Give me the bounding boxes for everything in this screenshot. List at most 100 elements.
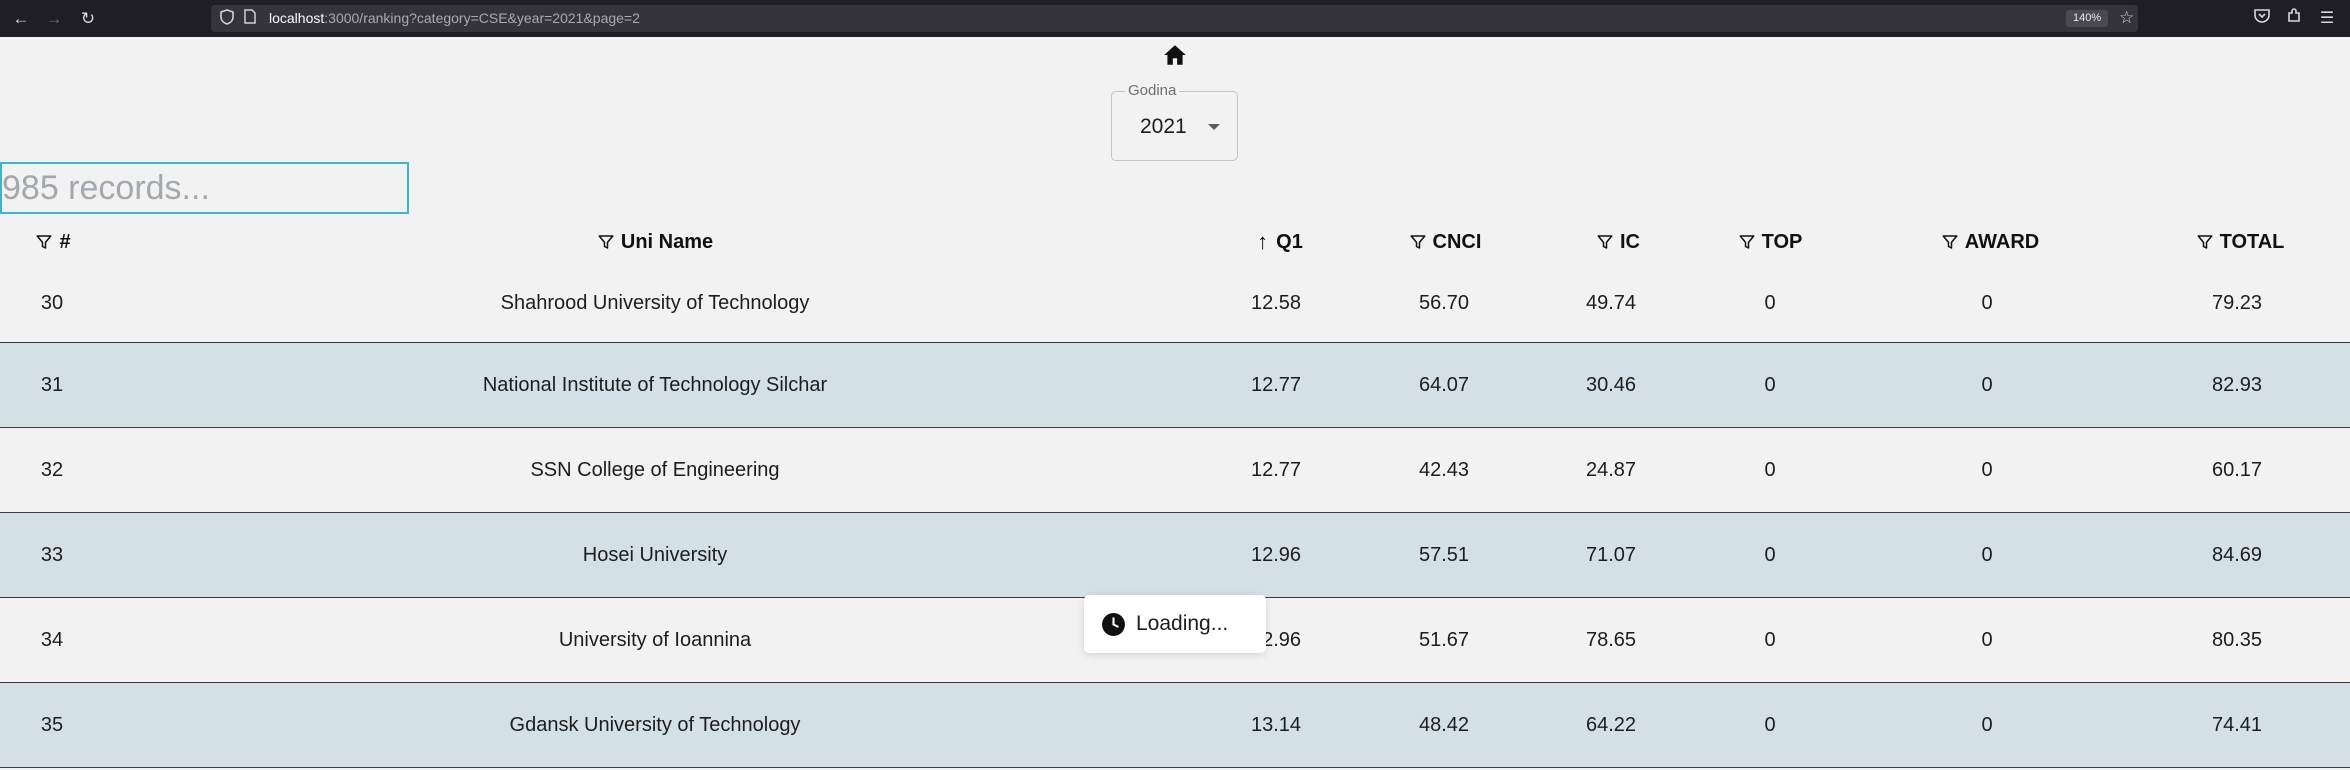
filter-icon[interactable]: [1738, 233, 1756, 251]
cell-cnci: 51.67: [1418, 628, 1470, 651]
menu-icon[interactable]: ☰: [2316, 8, 2338, 30]
filter-icon[interactable]: [1596, 233, 1614, 251]
cell-ic: 71.07: [1585, 543, 1637, 566]
cell-rank: 34: [40, 628, 64, 651]
cell-top: 0: [1764, 543, 1776, 566]
column-header-total[interactable]: TOTAL: [2180, 222, 2300, 262]
cell-ic: 24.87: [1585, 458, 1637, 481]
cell-award: 0: [1981, 373, 1993, 396]
cell-uni-name: SSN College of Engineering: [530, 458, 780, 481]
cell-ic: 49.74: [1585, 291, 1637, 314]
extensions-icon[interactable]: [2283, 8, 2305, 30]
reload-icon[interactable]: ↻: [78, 9, 98, 29]
table-row[interactable]: 31 National Institute of Technology Silc…: [0, 343, 2350, 428]
table-row[interactable]: 33 Hosei University 12.96 57.51 71.07 0 …: [0, 513, 2350, 598]
cell-award: 0: [1981, 458, 1993, 481]
loading-text: Loading...: [1136, 612, 1229, 635]
table-row[interactable]: 30 Shahrood University of Technology 12.…: [0, 264, 2350, 343]
cell-uni-name: Shahrood University of Technology: [500, 291, 810, 314]
column-header-label: TOTAL: [2219, 230, 2285, 253]
table-row[interactable]: 35 Gdansk University of Technology 13.14…: [0, 683, 2350, 768]
column-header-top[interactable]: TOP: [1730, 222, 1810, 262]
cell-top: 0: [1764, 713, 1776, 736]
column-header-uni-name[interactable]: Uni Name: [555, 222, 755, 262]
back-arrow-icon[interactable]: ←: [11, 9, 31, 29]
column-header-label: CNCI: [1432, 230, 1482, 253]
table-body: 30 Shahrood University of Technology 12.…: [0, 264, 2350, 768]
loading-indicator: Loading...: [1084, 595, 1266, 653]
caret-down-icon: [1208, 124, 1220, 130]
cell-rank: 33: [40, 543, 64, 566]
year-select[interactable]: Godina 2021: [1111, 82, 1238, 161]
cell-cnci: 64.07: [1418, 373, 1470, 396]
sort-ascending-arrow-icon[interactable]: ↑: [1257, 229, 1268, 255]
cell-top: 0: [1764, 373, 1776, 396]
cell-ic: 78.65: [1585, 628, 1637, 651]
column-header-cnci[interactable]: CNCI: [1400, 222, 1490, 262]
table-row[interactable]: 32 SSN College of Engineering 12.77 42.4…: [0, 428, 2350, 513]
cell-top: 0: [1764, 628, 1776, 651]
url-path: :3000/ranking?category=CSE&year=2021&pag…: [324, 10, 640, 26]
clock-icon: [1102, 612, 1125, 636]
cell-award: 0: [1981, 543, 1993, 566]
page-icon[interactable]: [241, 9, 259, 27]
cell-cnci: 48.42: [1418, 713, 1470, 736]
cell-award: 0: [1981, 291, 1993, 314]
filter-icon[interactable]: [2196, 233, 2214, 251]
cell-total: 79.23: [2211, 291, 2263, 314]
filter-icon[interactable]: [597, 233, 615, 251]
url-text[interactable]: localhost:3000/ranking?category=CSE&year…: [269, 11, 640, 26]
browser-toolbar: ← → ↻ localhost:3000/ranking?category=CS…: [0, 0, 2350, 37]
cell-q1: 12.96: [1250, 543, 1302, 566]
search-input[interactable]: [0, 162, 409, 214]
column-header-label: Q1: [1276, 230, 1303, 253]
filter-icon[interactable]: [35, 233, 53, 251]
cell-total: 80.35: [2211, 628, 2263, 651]
cell-total: 84.69: [2211, 543, 2263, 566]
cell-rank: 31: [40, 373, 64, 396]
cell-top: 0: [1764, 458, 1776, 481]
column-header-label: #: [59, 230, 71, 253]
cell-cnci: 42.43: [1418, 458, 1470, 481]
cell-cnci: 57.51: [1418, 543, 1470, 566]
column-header-ic[interactable]: IC: [1583, 222, 1653, 262]
cell-rank: 32: [40, 458, 64, 481]
cell-q1: 12.58: [1250, 291, 1302, 314]
cell-rank: 30: [40, 291, 64, 314]
home-icon[interactable]: [1162, 42, 1188, 68]
bookmark-star-icon[interactable]: ☆: [2119, 8, 2134, 28]
forward-arrow-icon[interactable]: →: [44, 9, 64, 29]
cell-cnci: 56.70: [1418, 291, 1470, 314]
column-header-label: Uni Name: [620, 230, 714, 253]
column-header-q1[interactable]: ↑ Q1: [1245, 222, 1315, 262]
pocket-icon[interactable]: [2251, 8, 2273, 30]
column-header-rank[interactable]: #: [30, 222, 76, 262]
zoom-level-badge[interactable]: 140%: [2066, 10, 2109, 27]
column-header-label: TOP: [1761, 230, 1803, 253]
cell-award: 0: [1981, 713, 1993, 736]
cell-q1: 12.77: [1250, 373, 1302, 396]
cell-q1: 12.77: [1250, 458, 1302, 481]
address-bar[interactable]: localhost:3000/ranking?category=CSE&year…: [211, 5, 2138, 32]
cell-uni-name: Hosei University: [582, 543, 728, 566]
column-header-label: AWARD: [1964, 230, 2040, 253]
cell-uni-name: Gdansk University of Technology: [509, 713, 801, 736]
cell-uni-name: National Institute of Technology Silchar: [482, 373, 828, 396]
url-host: localhost: [269, 10, 325, 26]
cell-uni-name: University of Ioannina: [558, 628, 752, 651]
cell-rank: 35: [40, 713, 64, 736]
filter-icon[interactable]: [1409, 233, 1427, 251]
shield-icon[interactable]: [218, 9, 236, 27]
cell-q1: 13.14: [1250, 713, 1302, 736]
cell-ic: 64.22: [1585, 713, 1637, 736]
year-select-label: Godina: [1125, 82, 1180, 100]
cell-total: 74.41: [2211, 713, 2263, 736]
filter-icon[interactable]: [1941, 233, 1959, 251]
cell-total: 82.93: [2211, 373, 2263, 396]
year-select-value: 2021: [1140, 115, 1187, 138]
cell-top: 0: [1764, 291, 1776, 314]
cell-award: 0: [1981, 628, 1993, 651]
column-header-award[interactable]: AWARD: [1930, 222, 2050, 262]
table-header: # Uni Name ↑ Q1 CNCI IC TOP AWARD TOTAL: [0, 222, 2350, 262]
column-header-label: IC: [1620, 230, 1640, 253]
